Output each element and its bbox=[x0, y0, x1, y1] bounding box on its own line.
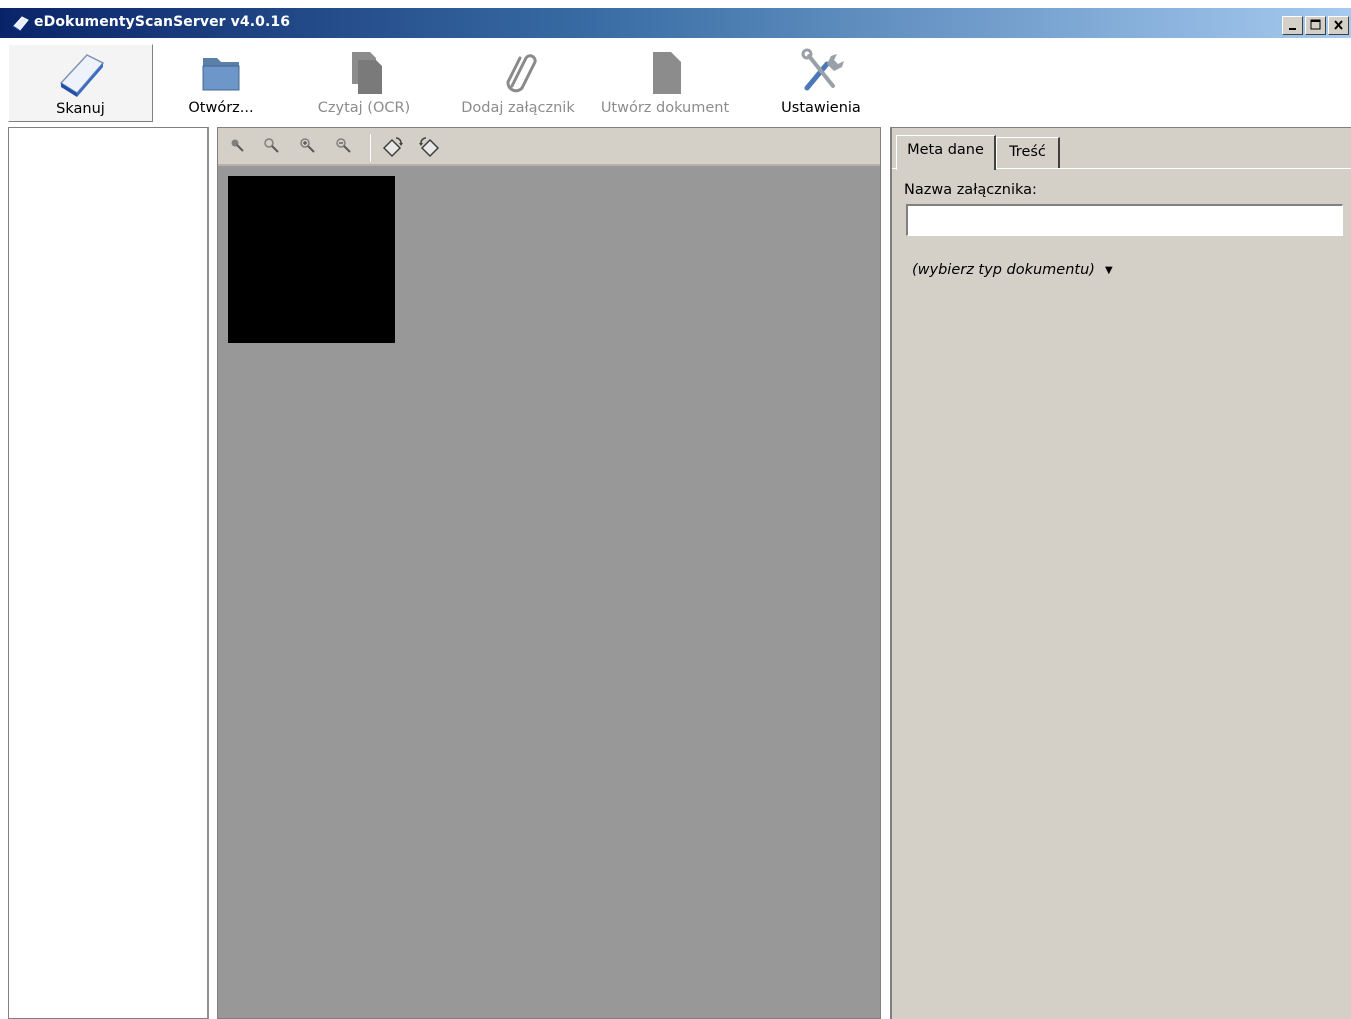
create-document-button[interactable]: Utwórz dokument bbox=[592, 44, 738, 122]
viewer-toolbar bbox=[218, 128, 880, 166]
tools-settings-icon bbox=[801, 48, 844, 91]
document-type-dropdown[interactable]: (wybierz typ dokumentu) ▼ bbox=[912, 262, 1113, 278]
close-icon bbox=[1334, 20, 1343, 30]
zoom-in-button[interactable] bbox=[296, 134, 322, 160]
minimize-button[interactable] bbox=[1282, 16, 1303, 35]
close-button[interactable] bbox=[1328, 16, 1349, 35]
dropdown-arrow-icon: ▼ bbox=[1104, 264, 1113, 276]
ocr-button[interactable]: Czytaj (OCR) bbox=[296, 44, 432, 122]
scanned-page-thumbnail[interactable] bbox=[228, 176, 395, 343]
maximize-button[interactable] bbox=[1305, 16, 1326, 35]
toolbar-separator bbox=[744, 46, 745, 120]
settings-button[interactable]: Ustawienia bbox=[766, 44, 876, 122]
viewer-toolbar-separator bbox=[370, 134, 371, 162]
zoom-out-button[interactable] bbox=[332, 134, 358, 160]
rotate-right-button[interactable] bbox=[380, 134, 406, 160]
zoom-fit-icon bbox=[231, 139, 244, 152]
tab-meta-data[interactable]: Meta dane bbox=[896, 135, 996, 170]
open-button[interactable]: Otwórz... bbox=[166, 44, 276, 122]
main-toolbar: Skanuj Otwórz... Czytaj (OCR) Dodaj załą… bbox=[0, 38, 1351, 126]
window-controls bbox=[1282, 16, 1349, 35]
zoom-out-icon bbox=[336, 138, 351, 153]
settings-button-label: Ustawienia bbox=[781, 100, 861, 116]
scanner-icon bbox=[59, 54, 104, 97]
scanner-app-icon bbox=[13, 16, 29, 31]
zoom-in-icon bbox=[300, 138, 315, 153]
document-type-placeholder: (wybierz typ dokumentu) bbox=[912, 262, 1095, 278]
ocr-button-label: Czytaj (OCR) bbox=[317, 100, 411, 116]
document-icon bbox=[653, 52, 681, 94]
zoom-actual-button[interactable] bbox=[260, 134, 286, 160]
rotate-left-icon bbox=[419, 137, 440, 158]
scan-button-label: Skanuj bbox=[56, 101, 105, 117]
minimize-icon bbox=[1289, 28, 1296, 30]
attachment-name-input[interactable] bbox=[906, 204, 1343, 236]
add-attachment-button[interactable]: Dodaj załącznik bbox=[452, 44, 584, 122]
create-document-button-label: Utwórz dokument bbox=[600, 100, 730, 116]
image-viewer[interactable] bbox=[217, 127, 881, 1019]
open-button-label: Otwórz... bbox=[188, 100, 254, 116]
rotate-right-icon bbox=[382, 137, 403, 158]
attachment-name-label: Nazwa załącznika: bbox=[904, 182, 1037, 198]
zoom-fit-button[interactable] bbox=[226, 134, 252, 160]
metadata-panel: Meta dane Treść Nazwa załącznika: (wybie… bbox=[890, 127, 1351, 1019]
toolbar-separator bbox=[441, 46, 442, 120]
title-bar: eDokumentyScanServer v4.0.16 bbox=[0, 8, 1351, 38]
ocr-pages-icon bbox=[352, 52, 382, 94]
paperclip-icon bbox=[506, 54, 537, 93]
add-attachment-button-label: Dodaj załącznik bbox=[461, 100, 575, 116]
pages-list[interactable] bbox=[8, 127, 209, 1019]
zoom-actual-icon bbox=[264, 138, 279, 153]
scan-button[interactable]: Skanuj bbox=[8, 44, 153, 122]
maximize-icon bbox=[1310, 19, 1321, 30]
window-title: eDokumentyScanServer v4.0.16 bbox=[34, 14, 291, 30]
tab-content[interactable]: Treść bbox=[996, 137, 1060, 168]
rotate-left-button[interactable] bbox=[416, 134, 442, 160]
folder-icon bbox=[202, 58, 240, 91]
